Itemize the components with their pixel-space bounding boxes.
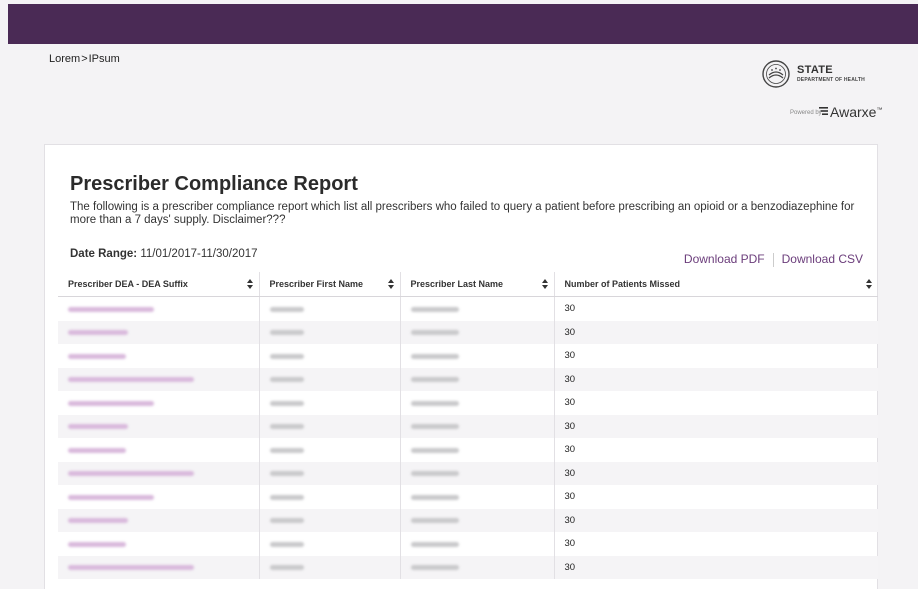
redacted-first-name xyxy=(269,518,304,524)
state-health-logo: STATE DEPARTMENT OF HEALTH Powered by Aw… xyxy=(760,60,900,122)
redacted-first-name xyxy=(269,353,304,359)
redacted-last-name xyxy=(410,400,459,406)
logo-state-text: STATE xyxy=(797,64,833,76)
patients-missed-cell: 30 xyxy=(564,326,576,338)
redacted-dea-link[interactable] xyxy=(68,541,126,547)
redacted-dea-link[interactable] xyxy=(68,447,126,453)
table-row: 30 xyxy=(58,438,878,462)
redacted-dea-link[interactable] xyxy=(68,353,126,359)
report-card: Prescriber Compliance Report The followi… xyxy=(44,144,878,589)
awarxe-brand: Awarxe™ xyxy=(830,104,883,120)
redacted-dea-link[interactable] xyxy=(68,494,154,500)
page-title: Prescriber Compliance Report xyxy=(70,173,358,195)
redacted-dea-link[interactable] xyxy=(68,377,194,383)
redacted-last-name xyxy=(410,306,459,312)
date-range-value: 11/01/2017-11/30/2017 xyxy=(140,248,258,260)
patients-missed-cell: 30 xyxy=(564,420,576,432)
logo-department-text: DEPARTMENT OF HEALTH xyxy=(797,77,865,83)
powered-by-text: Powered by xyxy=(790,110,822,116)
table-row: 30 xyxy=(58,391,878,415)
redacted-first-name xyxy=(269,424,304,430)
table-row: 30 xyxy=(58,461,878,485)
redacted-dea-link[interactable] xyxy=(68,471,194,477)
table-row: 30 xyxy=(58,367,878,391)
patients-missed-cell: 30 xyxy=(564,561,576,573)
patients-missed-cell: 30 xyxy=(564,538,576,550)
redacted-last-name xyxy=(410,518,459,524)
redacted-last-name xyxy=(410,330,459,336)
breadcrumb-separator: > xyxy=(81,53,88,65)
patients-missed-cell: 30 xyxy=(564,491,576,503)
breadcrumb-current: IPsum xyxy=(88,53,120,65)
redacted-dea-link[interactable] xyxy=(68,565,194,571)
date-range-label: Date Range: xyxy=(70,248,138,260)
table-row: 30 xyxy=(58,296,878,321)
redacted-last-name xyxy=(410,494,459,500)
column-header-patients-missed[interactable]: Number of Patients Missed xyxy=(554,272,878,297)
column-header-dea[interactable]: Prescriber DEA - DEA Suffix xyxy=(58,272,260,297)
column-header-last-name[interactable]: Prescriber Last Name xyxy=(400,272,555,297)
redacted-first-name xyxy=(269,494,304,500)
redacted-dea-link[interactable] xyxy=(68,330,128,336)
redacted-first-name xyxy=(269,541,304,547)
download-divider xyxy=(772,252,774,267)
sort-icon[interactable] xyxy=(246,279,253,289)
redacted-last-name xyxy=(410,424,459,430)
report-description: The following is a prescriber compliance… xyxy=(70,201,855,226)
top-navigation-bar xyxy=(8,4,918,44)
redacted-last-name xyxy=(410,447,459,453)
redacted-last-name xyxy=(410,353,459,359)
redacted-last-name xyxy=(410,377,459,383)
redacted-first-name xyxy=(269,377,304,383)
patients-missed-cell: 30 xyxy=(564,444,576,456)
redacted-first-name xyxy=(269,447,304,453)
redacted-last-name xyxy=(410,471,459,477)
breadcrumb-parent-link[interactable]: Lorem xyxy=(49,53,80,65)
sort-icon[interactable] xyxy=(541,279,548,289)
table-row: 30 xyxy=(58,344,878,368)
redacted-first-name xyxy=(269,471,304,477)
redacted-first-name xyxy=(269,565,304,571)
redacted-dea-link[interactable] xyxy=(68,400,154,406)
compliance-table: Prescriber DEA - DEA Suffix Prescriber F… xyxy=(58,272,878,579)
breadcrumb: Lorem>IPsum xyxy=(49,53,120,65)
redacted-last-name xyxy=(410,565,459,571)
table-row: 30 xyxy=(58,414,878,438)
sort-icon[interactable] xyxy=(866,279,872,289)
redacted-dea-link[interactable] xyxy=(68,424,128,430)
patients-missed-cell: 30 xyxy=(564,303,576,315)
redacted-first-name xyxy=(269,306,304,312)
download-pdf-link[interactable]: Download PDF xyxy=(684,252,765,266)
redacted-dea-link[interactable] xyxy=(68,518,128,524)
column-header-first-name[interactable]: Prescriber First Name xyxy=(259,272,401,297)
download-csv-link[interactable]: Download CSV xyxy=(782,252,863,266)
patients-missed-cell: 30 xyxy=(564,373,576,385)
table-row: 30 xyxy=(58,532,878,556)
patients-missed-cell: 30 xyxy=(564,350,576,362)
awarxe-mark-icon xyxy=(819,107,828,115)
redacted-first-name xyxy=(269,400,304,406)
table-row: 30 xyxy=(58,555,878,579)
redacted-last-name xyxy=(410,541,459,547)
table-row: 30 xyxy=(58,320,878,344)
patients-missed-cell: 30 xyxy=(564,467,576,479)
table-row: 30 xyxy=(58,508,878,532)
date-range: Date Range: 11/01/2017-11/30/2017 xyxy=(70,248,258,260)
table-header-row: Prescriber DEA - DEA Suffix Prescriber F… xyxy=(58,272,878,297)
table-row: 30 xyxy=(58,485,878,509)
state-seal-icon xyxy=(762,60,790,88)
redacted-first-name xyxy=(269,330,304,336)
redacted-dea-link[interactable] xyxy=(68,306,154,312)
sort-icon[interactable] xyxy=(387,279,394,289)
patients-missed-cell: 30 xyxy=(564,514,576,526)
patients-missed-cell: 30 xyxy=(564,397,576,409)
download-links: Download PDF Download CSV xyxy=(684,252,863,267)
